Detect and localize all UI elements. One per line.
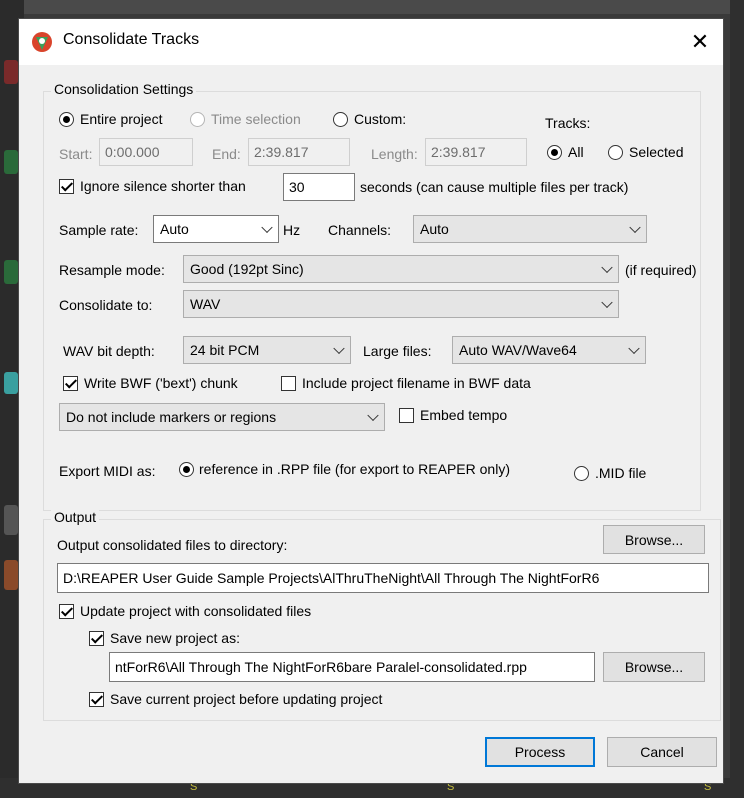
tracks-selected-label[interactable]: Selected — [629, 144, 683, 160]
resample-suffix: (if required) — [625, 262, 697, 278]
midi-file-label[interactable]: .MID file — [595, 465, 646, 481]
consolidate-tracks-dialog: Consolidate Tracks ✕ Consolidation Setti… — [18, 18, 724, 784]
markers-value: Do not include markers or regions — [66, 409, 277, 425]
update-project-label[interactable]: Update project with consolidated files — [80, 603, 311, 619]
channels-combo[interactable]: Auto — [413, 215, 647, 243]
tracks-selected-radio[interactable] — [608, 145, 623, 160]
midi-file-radio[interactable] — [574, 466, 589, 481]
export-midi-label: Export MIDI as: — [59, 463, 156, 479]
reaper-logo-icon — [32, 32, 52, 52]
tracks-all-radio[interactable] — [547, 145, 562, 160]
browse-directory-button[interactable]: Browse... — [603, 525, 705, 554]
start-label: Start: — [59, 146, 93, 162]
wav-bit-depth-label: WAV bit depth: — [63, 343, 155, 359]
cancel-button[interactable]: Cancel — [607, 737, 717, 767]
update-project-checkbox[interactable] — [59, 604, 74, 619]
chevron-down-icon — [367, 409, 379, 422]
chevron-down-icon — [601, 261, 613, 274]
markers-combo[interactable]: Do not include markers or regions — [59, 403, 385, 431]
length-label: Length: — [371, 146, 418, 162]
custom-radio[interactable] — [333, 112, 348, 127]
browse-project-button[interactable]: Browse... — [603, 652, 705, 682]
resample-mode-combo[interactable]: Good (192pt Sinc) — [183, 255, 619, 283]
background-arrange-view — [730, 0, 744, 798]
save-new-project-input[interactable]: ntForR6\All Through The NightForR6bare P… — [109, 652, 595, 682]
close-icon[interactable]: ✕ — [677, 19, 723, 65]
chevron-down-icon — [333, 342, 345, 355]
include-filename-checkbox[interactable] — [281, 376, 296, 391]
embed-tempo-label[interactable]: Embed tempo — [420, 407, 507, 423]
write-bwf-label[interactable]: Write BWF ('bext') chunk — [84, 375, 238, 391]
include-filename-label[interactable]: Include project filename in BWF data — [302, 375, 531, 391]
tracks-all-label[interactable]: All — [568, 144, 584, 160]
entire-project-label[interactable]: Entire project — [80, 111, 162, 127]
output-dir-label: Output consolidated files to directory: — [57, 537, 288, 553]
title-bar: Consolidate Tracks ✕ — [19, 19, 723, 65]
resample-mode-label: Resample mode: — [59, 262, 165, 278]
output-directory-input[interactable]: D:\REAPER User Guide Sample Projects\AlT… — [57, 563, 709, 593]
channels-label: Channels: — [328, 222, 392, 238]
ignore-silence-suffix: seconds (can cause multiple files per tr… — [360, 179, 629, 195]
length-field: 2:39.817 — [425, 138, 527, 166]
output-label: Output — [51, 509, 100, 525]
wav-bit-depth-combo[interactable]: 24 bit PCM — [183, 336, 351, 364]
midi-reference-label[interactable]: reference in .RPP file (for export to RE… — [199, 461, 510, 477]
large-files-value: Auto WAV/Wave64 — [459, 342, 577, 358]
hz-label: Hz — [283, 222, 301, 238]
consolidate-to-value: WAV — [190, 296, 221, 312]
end-field: 2:39.817 — [248, 138, 350, 166]
save-new-project-label[interactable]: Save new project as: — [110, 630, 240, 646]
sample-rate-label: Sample rate: — [59, 222, 139, 238]
process-button[interactable]: Process — [485, 737, 595, 767]
chevron-down-icon — [261, 221, 273, 234]
entire-project-radio[interactable] — [59, 112, 74, 127]
consolidate-to-label: Consolidate to: — [59, 297, 153, 313]
background-daw-top — [24, 0, 744, 14]
sample-rate-combo[interactable]: Auto — [153, 215, 279, 243]
channels-value: Auto — [420, 221, 449, 237]
wav-bit-depth-value: 24 bit PCM — [190, 342, 260, 358]
tracks-label: Tracks: — [545, 115, 591, 131]
save-current-project-label[interactable]: Save current project before updating pro… — [110, 691, 382, 707]
embed-tempo-checkbox[interactable] — [399, 408, 414, 423]
time-selection-radio — [190, 112, 205, 127]
dialog-title: Consolidate Tracks — [63, 31, 200, 48]
sample-rate-value: Auto — [160, 221, 189, 237]
write-bwf-checkbox[interactable] — [63, 376, 78, 391]
midi-reference-radio[interactable] — [179, 462, 194, 477]
consolidation-settings-label: Consolidation Settings — [51, 81, 197, 97]
chevron-down-icon — [629, 221, 641, 234]
ignore-silence-input[interactable]: 30 — [283, 173, 355, 201]
chevron-down-icon — [628, 342, 640, 355]
end-label: End: — [212, 146, 241, 162]
resample-mode-value: Good (192pt Sinc) — [190, 261, 304, 277]
save-current-project-checkbox[interactable] — [89, 692, 104, 707]
consolidate-to-combo[interactable]: WAV — [183, 290, 619, 318]
ignore-silence-checkbox[interactable] — [59, 179, 74, 194]
start-field: 0:00.000 — [99, 138, 193, 166]
large-files-label: Large files: — [363, 343, 432, 359]
large-files-combo[interactable]: Auto WAV/Wave64 — [452, 336, 646, 364]
save-new-project-checkbox[interactable] — [89, 631, 104, 646]
chevron-down-icon — [601, 296, 613, 309]
time-selection-label: Time selection — [211, 111, 301, 127]
ignore-silence-label[interactable]: Ignore silence shorter than — [80, 178, 246, 194]
custom-label[interactable]: Custom: — [354, 111, 406, 127]
